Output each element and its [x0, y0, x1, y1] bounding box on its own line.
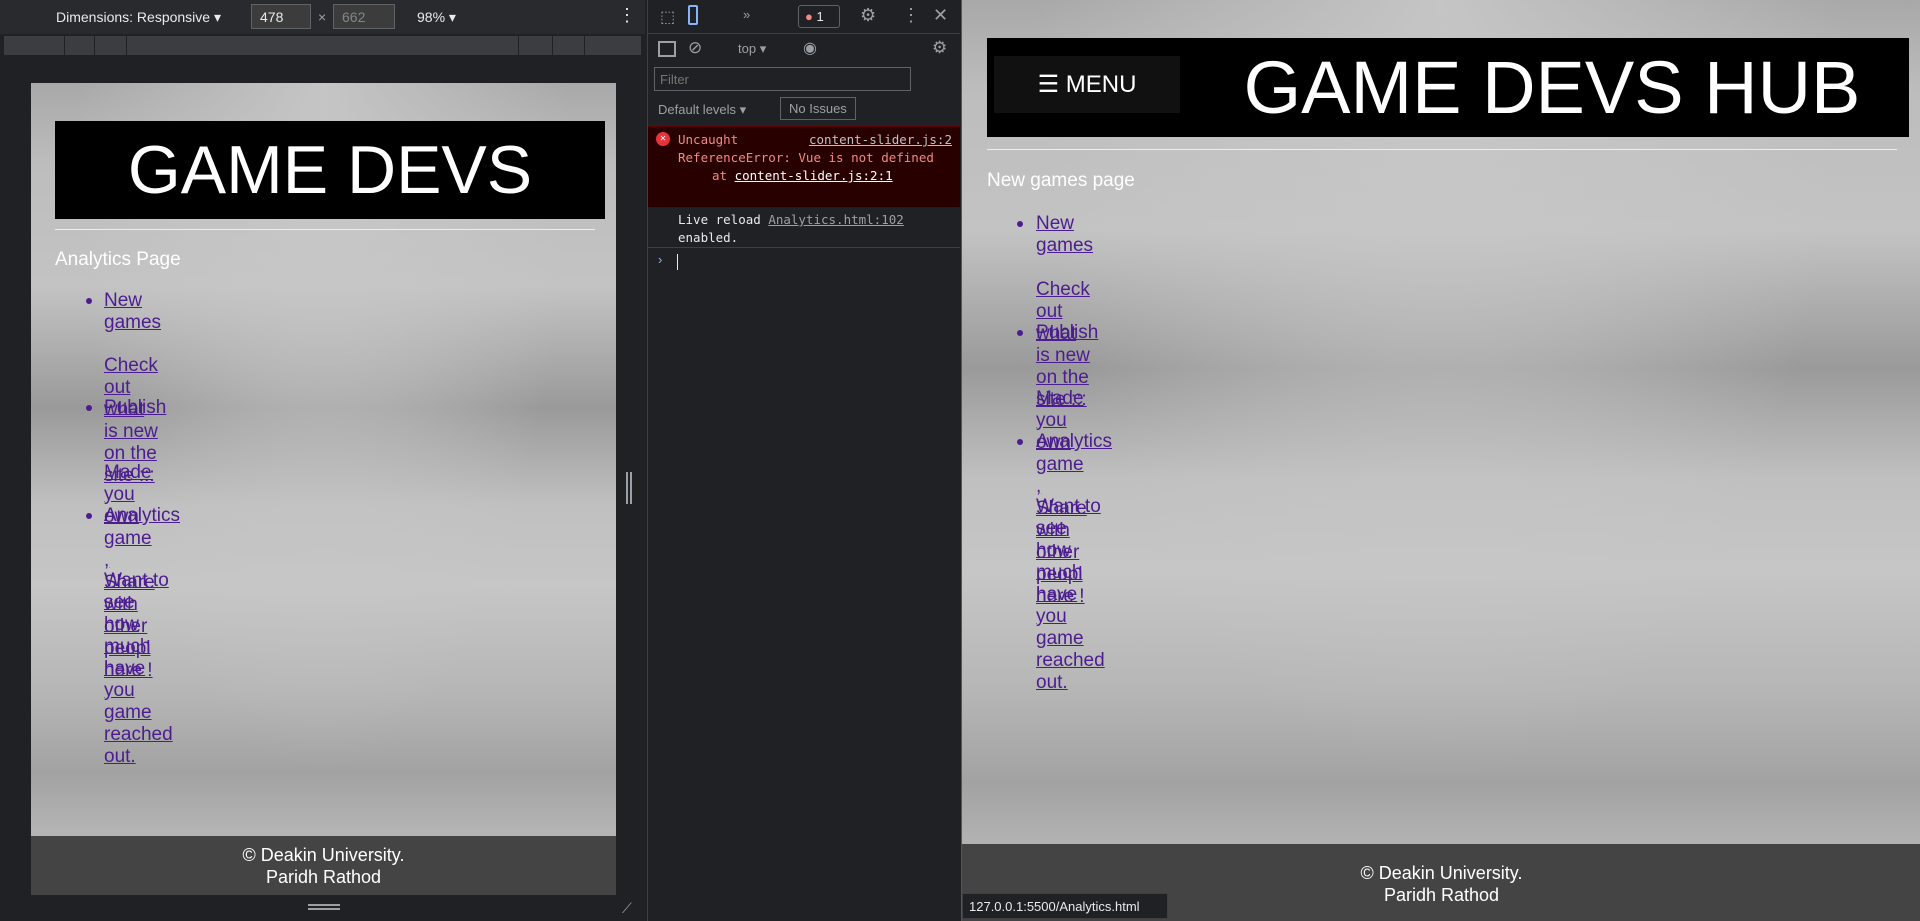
footer-copyright: © Deakin University.	[242, 845, 405, 865]
console-toolbar: ⊘ top ▾ ◉ ⚙	[648, 34, 960, 64]
dimensions-label: Dimensions: Responsive	[56, 9, 211, 25]
main-viewport: ☰ MENU GAME DEVS HUB New games page New …	[961, 0, 1920, 921]
error-count-badge[interactable]: ● 1	[798, 5, 840, 28]
media-query-ruler[interactable]	[4, 36, 641, 56]
page-label: Analytics Page	[55, 249, 181, 270]
log-source-link[interactable]: Analytics.html:102	[768, 212, 903, 227]
site-title: GAME DEVS	[127, 132, 533, 208]
levels-label: Default levels	[658, 102, 737, 117]
footer-author: Paridh Rathod	[265, 867, 382, 887]
devtools-toolbar: ⬚ » ● 1 ⚙ ⋮ ✕	[648, 0, 960, 34]
site-title: GAME DEVS HUB	[1243, 46, 1861, 129]
console-settings-icon[interactable]: ⚙	[932, 38, 947, 58]
resize-handle-bottom[interactable]	[308, 904, 340, 910]
clear-console-icon[interactable]: ⊘	[688, 38, 702, 58]
nav-link-publish[interactable]: Publish	[104, 397, 166, 419]
resize-corner-icon[interactable]: ⟋	[622, 900, 632, 917]
nav-desc-analytics[interactable]: Want to see how much have you game reach…	[1036, 496, 1105, 694]
filter-input[interactable]	[654, 67, 911, 91]
times-sign: ×	[318, 9, 327, 25]
divider	[987, 149, 1897, 150]
prompt-chevron-icon: ›	[658, 252, 663, 267]
console-log-message: Live reload Analytics.html:102 enabled.	[648, 208, 960, 248]
dimensions-dropdown[interactable]: Dimensions: Responsive ▾	[56, 9, 221, 26]
console-error-message: ✕ Uncaught content-slider.js:2 ReferenceE…	[648, 126, 960, 208]
status-bar-url: 127.0.0.1:5500/Analytics.html	[962, 893, 1168, 919]
error-icon: ✕	[656, 132, 670, 146]
resize-handle-right[interactable]	[626, 472, 632, 504]
divider	[55, 229, 595, 230]
sidebar-toggle-icon[interactable]	[658, 41, 676, 57]
nav-link-publish[interactable]: Publish	[1036, 322, 1098, 344]
height-input[interactable]: 662	[333, 4, 395, 29]
menu-button[interactable]: ☰ MENU	[994, 56, 1180, 113]
device-toolbar: Dimensions: Responsive ▾ 478 × 662 98% ▾…	[0, 0, 645, 34]
settings-icon[interactable]: ⚙	[860, 5, 876, 26]
width-input[interactable]: 478	[251, 4, 311, 29]
device-viewport: GAME DEVS Analytics Page New games Check…	[31, 83, 616, 895]
inspect-element-icon[interactable]: ⬚	[660, 7, 675, 27]
close-icon[interactable]: ✕	[933, 5, 948, 26]
error-source-link[interactable]: content-slider.js:2	[809, 131, 952, 149]
error-count: 1	[816, 9, 824, 24]
nav-link-analytics[interactable]: Analytics	[104, 505, 180, 527]
nav-desc-analytics[interactable]: Want to see how much have you game reach…	[104, 570, 173, 768]
console-prompt[interactable]: ›	[648, 252, 960, 272]
device-emulation-panel: Dimensions: Responsive ▾ 478 × 662 98% ▾…	[0, 0, 645, 921]
issues-button[interactable]: No Issues	[780, 97, 856, 120]
log-text: Live reload	[678, 212, 761, 227]
more-options-icon[interactable]: ⋮	[618, 5, 636, 26]
log-text-2: enabled.	[678, 230, 739, 245]
zoom-label: 98%	[417, 9, 446, 25]
nav-link-new-games[interactable]: New games	[104, 290, 161, 334]
error-text: ReferenceError: Vue is not defined	[678, 150, 934, 165]
context-label: top	[738, 41, 757, 56]
more-icon[interactable]: ⋮	[902, 5, 920, 26]
site-header: ☰ MENU GAME DEVS HUB	[987, 38, 1909, 137]
stack-link[interactable]: content-slider.js:2:1	[735, 168, 893, 183]
more-tabs-icon[interactable]: »	[743, 7, 750, 22]
site-header: GAME DEVS	[55, 121, 605, 219]
device-toggle-icon[interactable]	[688, 5, 698, 25]
zoom-dropdown[interactable]: 98% ▾	[417, 9, 456, 26]
page-label: New games page	[987, 170, 1135, 191]
levels-dropdown[interactable]: Default levels ▾	[658, 102, 746, 118]
stack-at: at	[712, 168, 728, 183]
context-select[interactable]: top ▾	[738, 41, 766, 57]
nav-link-new-games[interactable]: New games	[1036, 213, 1093, 257]
footer-copyright: © Deakin University.	[1360, 863, 1523, 883]
nav-link-analytics[interactable]: Analytics	[1036, 431, 1112, 453]
live-expression-eye-icon[interactable]: ◉	[803, 38, 817, 58]
devtools-panel: ⬚ » ● 1 ⚙ ⋮ ✕ ⊘ top ▾ ◉ ⚙ Default levels…	[647, 0, 960, 921]
error-prefix: Uncaught	[678, 132, 739, 147]
site-footer: © Deakin University. Paridh Rathod	[31, 836, 616, 895]
